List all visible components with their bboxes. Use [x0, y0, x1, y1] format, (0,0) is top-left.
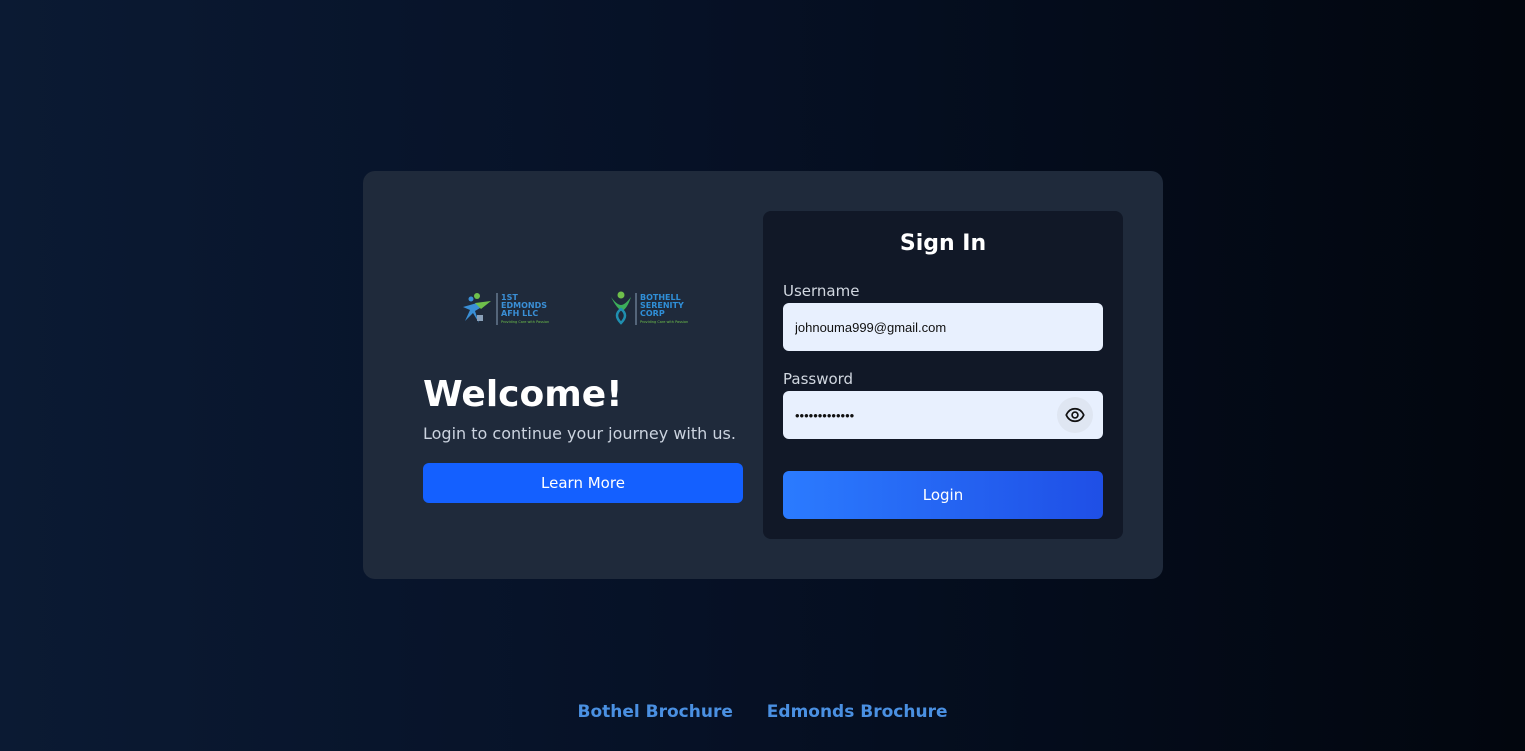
signin-form: Sign In Username Password Login: [763, 211, 1123, 539]
signin-title: Sign In: [899, 231, 987, 256]
eye-icon: [1065, 407, 1085, 423]
bothel-brochure-link[interactable]: Bothel Brochure: [578, 702, 733, 722]
welcome-subtitle: Login to continue your journey with us.: [423, 424, 736, 443]
bothell-serenity-logo: BOTHELL SERENITY CORP Providing Care wit…: [611, 291, 688, 325]
password-label: Password: [783, 370, 854, 388]
logo-row: 1ST EDMONDS AFH LLC Providing Care with …: [461, 289, 711, 329]
login-button[interactable]: Login: [783, 471, 1103, 519]
username-input[interactable]: [783, 303, 1103, 351]
show-password-button[interactable]: [1057, 397, 1093, 433]
bothell-logo-line3: CORP: [640, 309, 665, 318]
edmonds-afh-logo: 1ST EDMONDS AFH LLC Providing Care with …: [463, 293, 549, 325]
footer-links: Bothel Brochure Edmonds Brochure: [0, 702, 1525, 722]
welcome-panel: 1ST EDMONDS AFH LLC Providing Care with …: [423, 171, 743, 579]
edmonds-brochure-link[interactable]: Edmonds Brochure: [767, 702, 948, 722]
username-label: Username: [783, 282, 860, 300]
edmonds-logo-tagline: Providing Care with Passion: [501, 320, 549, 324]
learn-more-button[interactable]: Learn More: [423, 463, 743, 503]
login-card: 1ST EDMONDS AFH LLC Providing Care with …: [363, 171, 1163, 579]
bothell-logo-tagline: Providing Care with Passion: [640, 320, 688, 324]
password-field-wrapper: [783, 391, 1103, 439]
welcome-title: Welcome!: [423, 374, 623, 415]
username-field-wrapper: [783, 303, 1103, 351]
edmonds-logo-line3: AFH LLC: [501, 309, 538, 318]
password-input[interactable]: [783, 391, 1053, 439]
